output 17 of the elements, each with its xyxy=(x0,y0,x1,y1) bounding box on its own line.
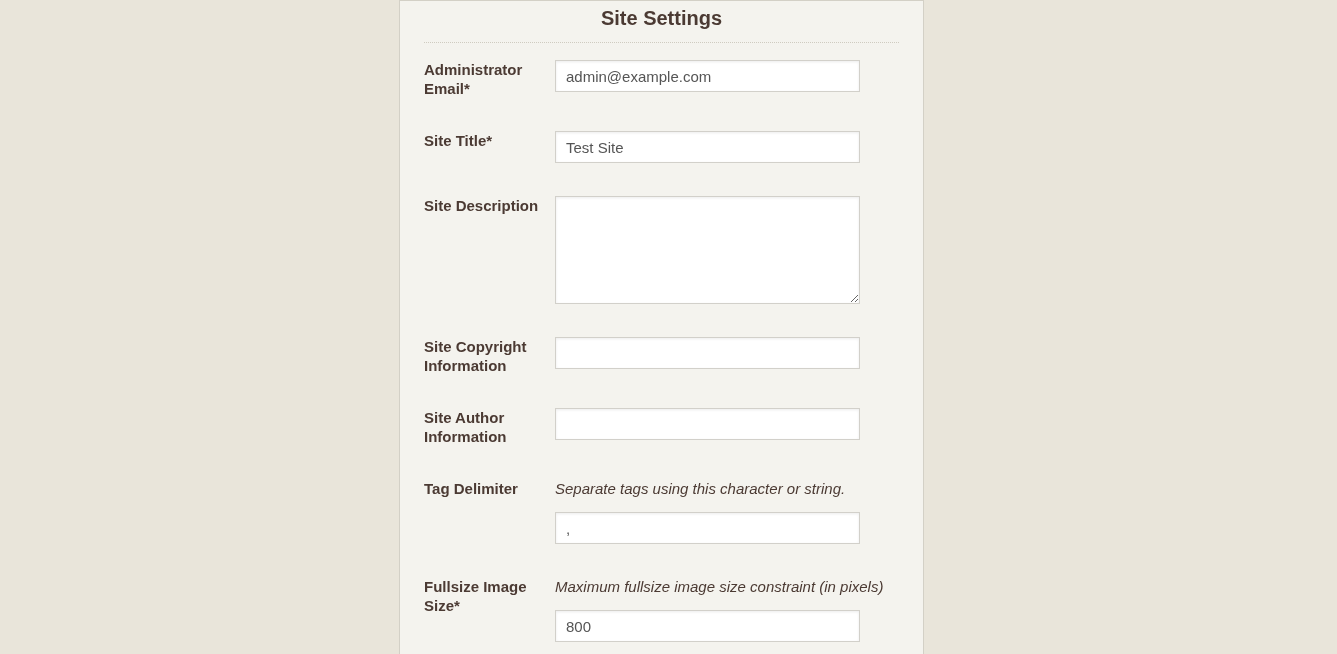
input-field[interactable] xyxy=(555,408,860,440)
panel-title: Site Settings xyxy=(424,1,899,43)
field-label: Site Author Information xyxy=(424,408,508,446)
field-label: Tag Delimiter xyxy=(424,479,519,498)
input-field[interactable]: 800 xyxy=(555,610,860,642)
input-field[interactable]: admin@example.com xyxy=(555,60,860,92)
input-field[interactable] xyxy=(555,337,860,369)
field-hint: Separate tags using this character or string. xyxy=(555,479,847,498)
field-label: Administrator Email* xyxy=(424,60,524,98)
field-hint: Maximum fullsize image size constraint (in pixels) xyxy=(555,577,884,596)
input-field[interactable]: Test Site xyxy=(555,131,860,163)
field-label: Site Title* xyxy=(424,131,494,150)
input-field[interactable]: , xyxy=(555,512,860,544)
field-label: Site Description xyxy=(424,196,540,215)
field-label: Site Copyright Information xyxy=(424,337,528,375)
field-label: Fullsize Image Size* xyxy=(424,577,528,615)
description-textarea[interactable] xyxy=(555,196,860,304)
